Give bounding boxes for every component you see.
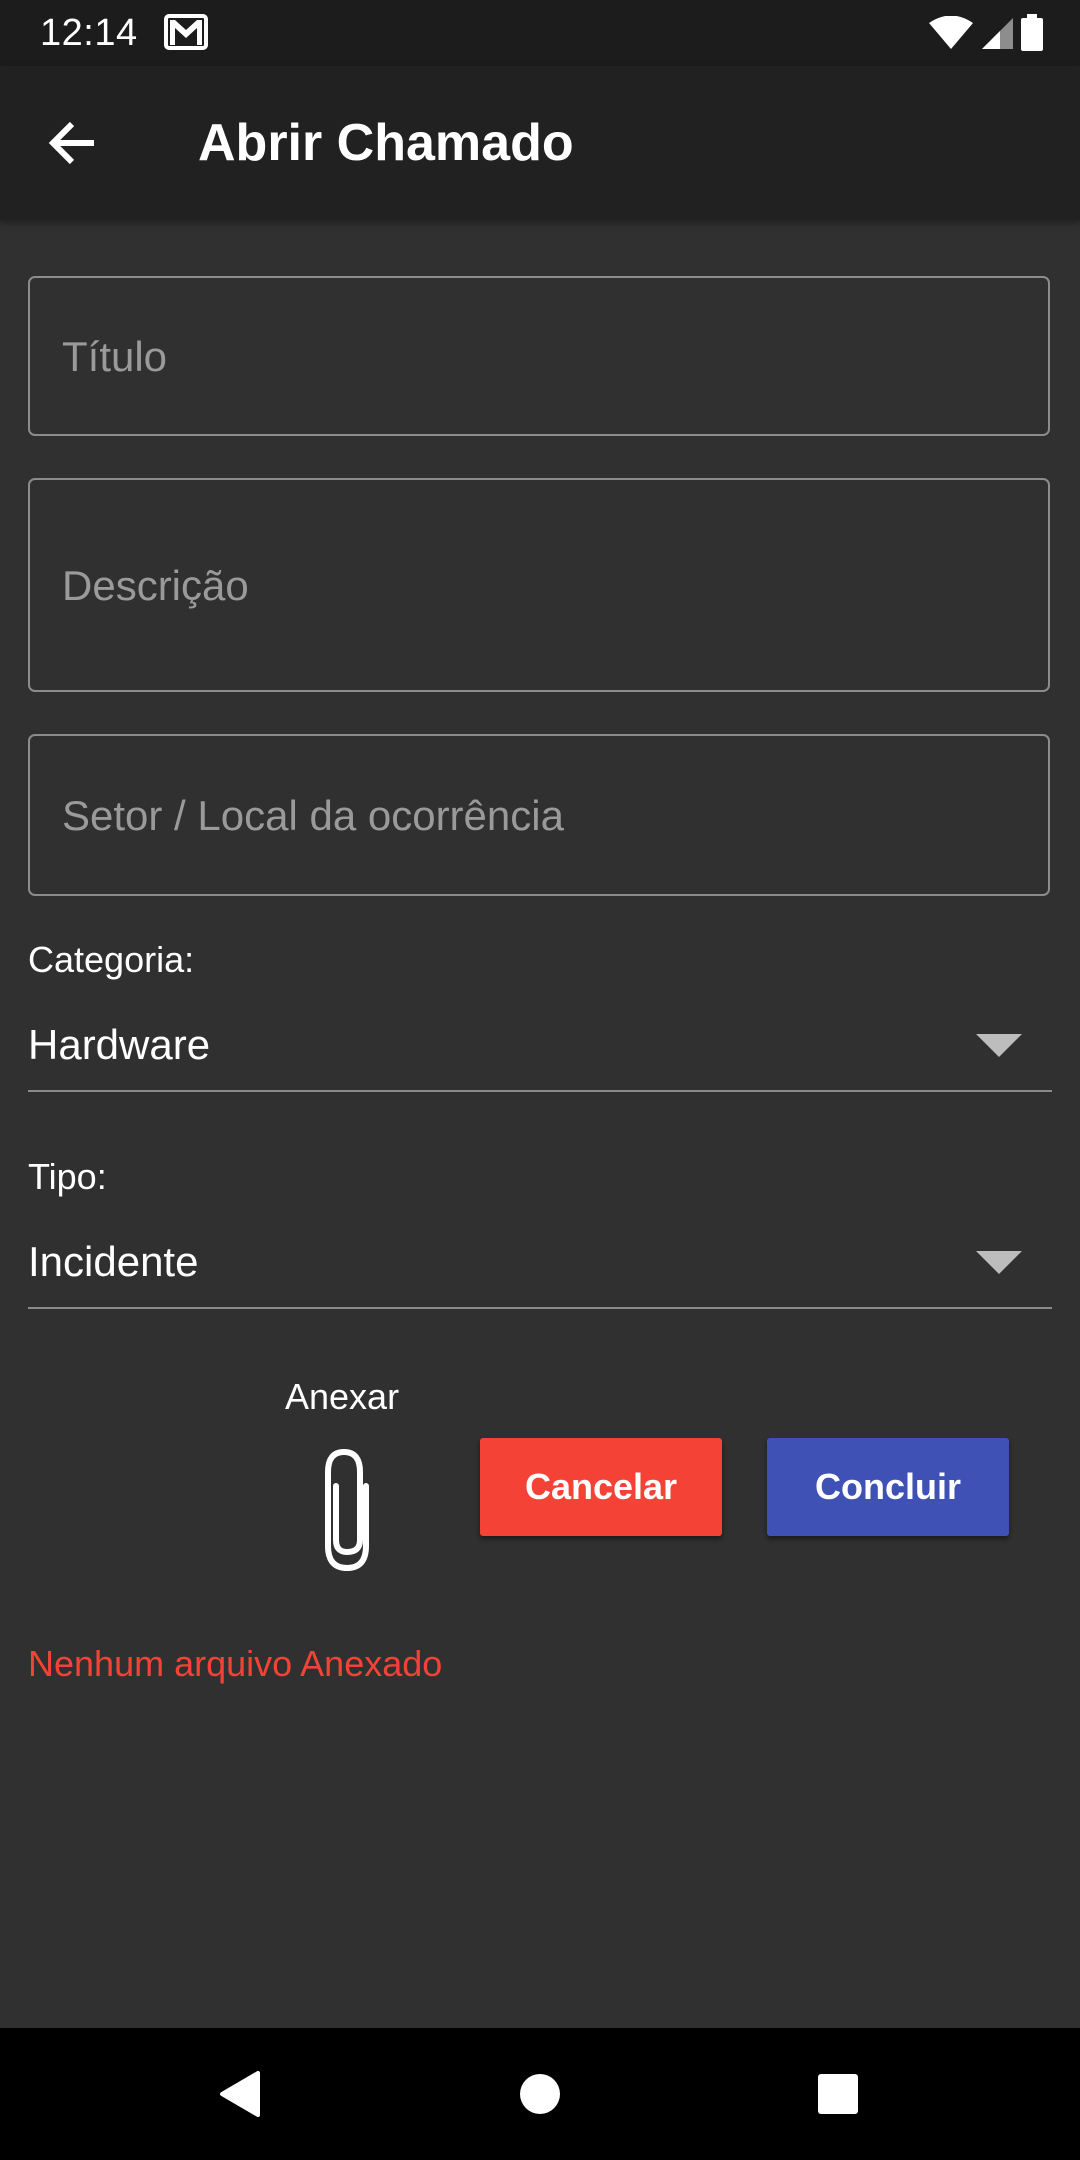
title-placeholder: Título: [62, 333, 168, 380]
category-value: Hardware: [28, 1021, 211, 1068]
title-field[interactable]: Título: [28, 276, 1050, 436]
description-field[interactable]: Descrição: [28, 478, 1050, 692]
dropdown-arrow-icon: [976, 1034, 1022, 1057]
category-dropdown[interactable]: Hardware: [28, 1008, 1052, 1092]
wifi-icon: [929, 16, 973, 49]
gmail-icon: [164, 14, 208, 50]
attachment-status: Nenhum arquivo Anexado: [28, 1643, 443, 1684]
paperclip-icon[interactable]: [314, 1442, 380, 1576]
type-value: Incidente: [28, 1238, 199, 1285]
arrow-back-icon: [48, 121, 94, 165]
status-icons: [928, 14, 1044, 52]
done-button[interactable]: Concluir: [767, 1438, 1009, 1536]
recents-square-icon: [818, 2074, 858, 2114]
type-dropdown[interactable]: Incidente: [28, 1225, 1052, 1309]
home-circle-icon: [520, 2074, 560, 2114]
back-triangle-icon: [220, 2071, 260, 2117]
type-label: Tipo:: [28, 1156, 107, 1197]
nav-home-button[interactable]: [510, 2064, 570, 2124]
system-nav-bar: [0, 2028, 1080, 2160]
back-button[interactable]: [40, 110, 106, 176]
cancel-button[interactable]: Cancelar: [480, 1438, 722, 1536]
app-bar: Abrir Chamado: [0, 66, 1080, 220]
location-field[interactable]: Setor / Local da ocorrência: [28, 734, 1050, 896]
nav-recents-button[interactable]: [808, 2064, 868, 2124]
page-title: Abrir Chamado: [198, 114, 574, 172]
dropdown-arrow-icon: [976, 1251, 1022, 1274]
status-time: 12:14: [40, 12, 138, 54]
status-bar: 12:14: [0, 0, 1080, 66]
nav-back-button[interactable]: [210, 2064, 270, 2124]
description-placeholder: Descrição: [62, 562, 249, 609]
signal-icon: [982, 18, 1013, 49]
location-placeholder: Setor / Local da ocorrência: [62, 792, 564, 839]
category-label: Categoria:: [28, 939, 195, 980]
attach-label: Anexar: [285, 1376, 400, 1417]
battery-icon: [1021, 14, 1043, 51]
